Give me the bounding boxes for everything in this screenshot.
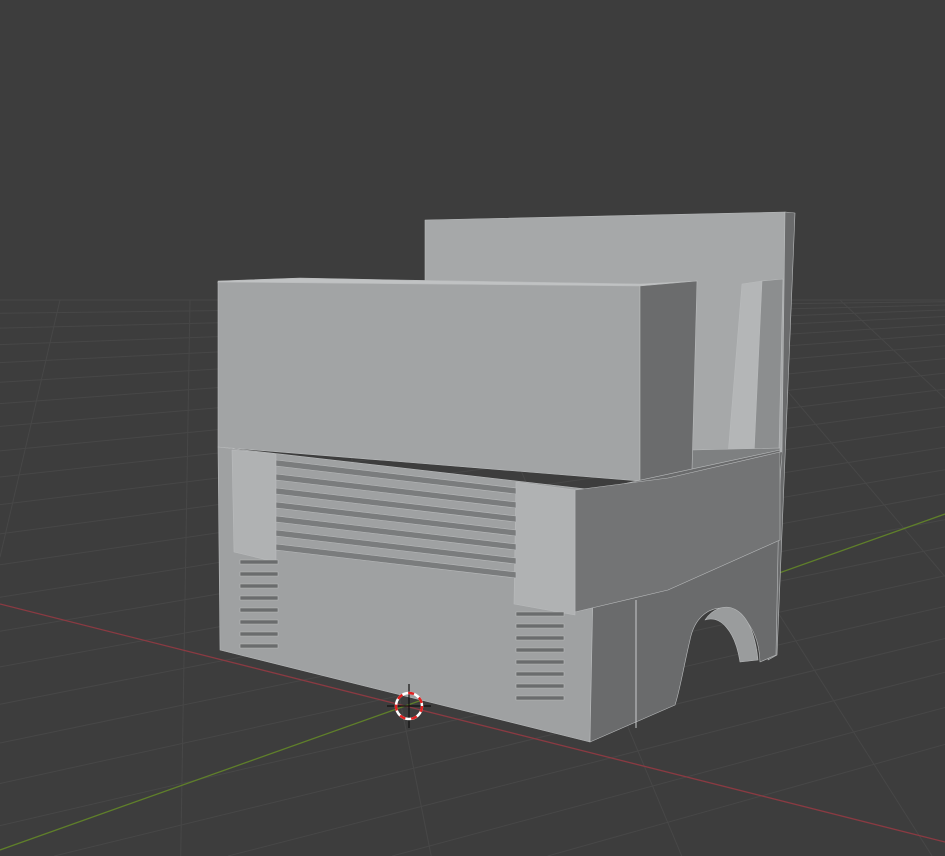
viewport-canvas[interactable] xyxy=(0,0,945,856)
vent-slot xyxy=(515,611,565,617)
top-block-side xyxy=(639,280,698,482)
left-tab xyxy=(231,449,277,563)
grid-line xyxy=(0,299,61,558)
vent-slot xyxy=(239,595,279,601)
top-block-front xyxy=(217,281,641,482)
vent-slot xyxy=(239,619,279,625)
vent-slot xyxy=(239,631,279,637)
vent-slot xyxy=(515,683,565,689)
right-tab xyxy=(513,481,576,616)
vent-slot xyxy=(239,571,279,577)
3d-viewport[interactable] xyxy=(0,0,945,856)
vent-slot xyxy=(239,607,279,613)
vent-slot xyxy=(515,647,565,653)
vent-slot xyxy=(515,671,565,677)
vent-slot xyxy=(239,583,279,589)
vent-slot xyxy=(515,635,565,641)
vent-slot xyxy=(515,623,565,629)
mesh-object[interactable] xyxy=(217,211,796,743)
grid-line xyxy=(392,707,945,856)
vent-slot xyxy=(239,559,279,565)
vent-slot xyxy=(239,643,279,649)
grid-line xyxy=(839,299,945,399)
vent-slot xyxy=(515,695,565,701)
grid-line xyxy=(180,299,191,856)
vent-slot xyxy=(515,659,565,665)
